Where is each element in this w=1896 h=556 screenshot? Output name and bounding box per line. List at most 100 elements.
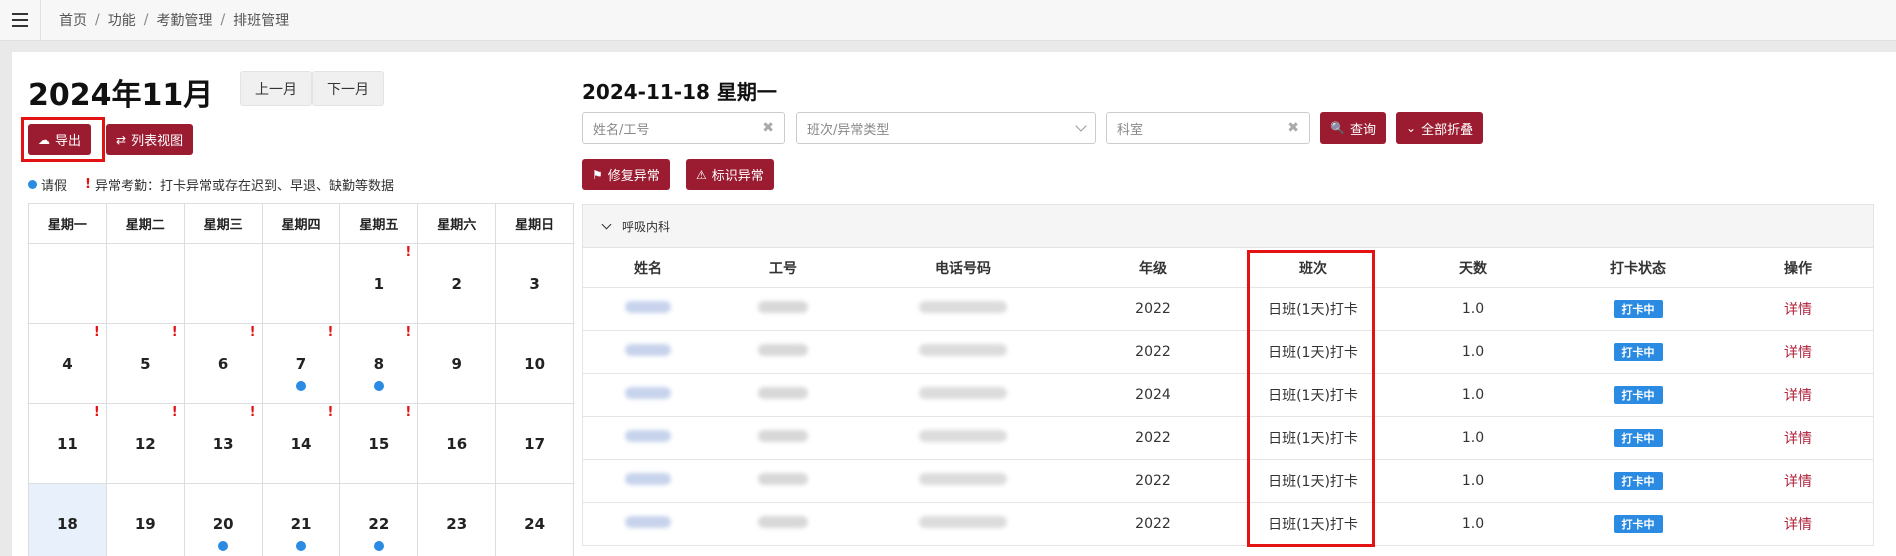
weekday-label: 星期五 [340,204,419,243]
calendar-day-cell[interactable]: 2 [418,244,497,324]
department-group-header[interactable]: 呼吸内科 [582,204,1874,248]
list-view-label: 列表视图 [131,134,184,149]
name-search-input[interactable]: 姓名/工号 ✖ [582,112,785,144]
calendar-empty-cell [262,244,341,324]
grade-cell: 2024 [1135,387,1171,403]
table-row: 2022 日班(1天)打卡 1.0 打卡中 详情 [582,503,1874,546]
action-cell: 详情 [1723,471,1873,491]
breadcrumb-features[interactable]: 功能 [108,10,136,30]
column-header: 电话号码 [935,260,991,277]
fix-abnormal-button[interactable]: ⚑ 修复异常 [582,159,670,190]
calendar-day-cell[interactable]: 1! [340,244,419,324]
shift-type-select[interactable]: 班次/异常类型 [796,112,1096,144]
abnormal-mark-icon: ! [93,325,100,340]
phone-cell [853,473,1073,489]
department-group-name: 呼吸内科 [622,219,671,234]
calendar-day-cell[interactable]: 17 [496,404,575,484]
warning-icon: ⚠ [696,167,707,182]
status-badge: 打卡中 [1613,515,1663,533]
days-cell: 1.0 [1461,516,1485,532]
calendar-day-number: 12 [134,434,156,453]
calendar-day-cell[interactable]: 11! [29,404,107,484]
detail-link[interactable]: 详情 [1784,474,1812,490]
redacted-name [625,301,671,313]
calendar-day-cell[interactable]: 14! [262,404,341,484]
name-cell[interactable] [583,387,713,403]
calendar-day-cell[interactable]: 15! [340,404,419,484]
calendar-day-number: 11 [56,434,78,453]
redacted-phone [919,344,1007,356]
calendar-day-cell[interactable]: 13! [184,404,263,484]
name-cell[interactable] [583,516,713,532]
name-cell[interactable] [583,344,713,360]
calendar-day-cell[interactable]: 19 [107,484,185,556]
employee-id-cell [713,301,853,317]
menu-icon[interactable] [0,0,41,41]
export-label: 导出 [55,134,82,149]
collapse-all-button[interactable]: ⌄ 全部折叠 [1396,112,1484,144]
calendar-day-cell[interactable]: 22 [340,484,419,556]
next-month-button[interactable]: 下一月 [312,71,384,106]
abnormal-mark-icon: ! [249,325,256,340]
calendar-day-cell[interactable]: 20 [185,484,263,556]
table-row: 2022 日班(1天)打卡 1.0 打卡中 详情 [582,417,1874,460]
close-icon[interactable]: ✖ [762,120,774,136]
leave-dot-icon [373,381,384,391]
calendar-day-cell[interactable]: 21 [263,484,341,556]
calendar-day-cell[interactable]: 4! [29,324,107,404]
column-header: 年级 [1139,260,1167,277]
legend: 请假 ! 异常考勤：打卡异常或存在迟到、早退、缺勤等数据 [28,175,394,194]
name-cell[interactable] [583,301,713,317]
employee-id-cell [713,516,853,532]
close-icon[interactable]: ✖ [1287,120,1299,136]
name-cell[interactable] [583,473,713,489]
breadcrumb-separator: / [220,12,226,28]
calendar-day-cell[interactable]: 8! [340,324,419,404]
department-input[interactable]: 科室 ✖ [1106,112,1310,144]
redacted-name [625,473,671,485]
calendar-day-cell[interactable]: 23 [418,484,497,556]
breadcrumb-home[interactable]: 首页 [59,10,87,30]
abnormal-mark-icon: ! [405,325,412,340]
phone-cell [853,301,1073,317]
weekday-label: 星期三 [185,204,263,243]
calendar-day-cell[interactable]: 9 [418,324,497,404]
breadcrumb-attendance[interactable]: 考勤管理 [156,10,212,30]
action-cell: 详情 [1723,385,1873,405]
calendar-day-number: 2 [451,274,462,293]
mark-abnormal-button[interactable]: ⚠ 标识异常 [686,159,774,190]
detail-link[interactable]: 详情 [1784,431,1812,447]
employee-id-cell [713,430,853,446]
calendar-day-cell[interactable]: 5! [106,324,185,404]
detail-link[interactable]: 详情 [1784,388,1812,404]
calendar-day-cell[interactable]: 18 [29,484,107,556]
calendar-day-cell[interactable]: 6! [184,324,263,404]
status-badge: 打卡中 [1613,300,1663,318]
list-view-button[interactable]: ⇄ 列表视图 [106,124,194,155]
prev-month-button[interactable]: 上一月 [240,71,312,106]
detail-link[interactable]: 详情 [1784,517,1812,533]
table-row: 2022 日班(1天)打卡 1.0 打卡中 详情 [582,288,1874,331]
leave-dot-icon [218,541,229,551]
query-button[interactable]: 🔍 查询 [1320,112,1386,144]
calendar-day-cell[interactable]: 16 [418,404,497,484]
calendar-day-cell[interactable]: 24 [496,484,575,556]
weekday-label: 星期六 [418,204,497,243]
detail-link[interactable]: 详情 [1784,302,1812,318]
highlight-box [1247,250,1375,547]
calendar-day-cell[interactable]: 10 [496,324,575,404]
search-icon: 🔍 [1330,121,1345,135]
calendar-day-cell[interactable]: 7! [262,324,341,404]
redacted-phone [919,430,1007,442]
name-cell[interactable] [583,430,713,446]
export-button[interactable]: ☁ 导出 [28,124,92,155]
calendar-day-number: 22 [368,514,390,533]
status-cell: 打卡中 [1553,429,1723,447]
detail-link[interactable]: 详情 [1784,345,1812,361]
abnormal-mark-icon: ! [249,405,256,420]
abnormal-mark-icon: ! [85,177,91,192]
calendar-day-cell[interactable]: 12! [106,404,185,484]
calendar-day-cell[interactable]: 3 [496,244,575,324]
weekday-label: 星期四 [263,204,341,243]
breadcrumb-separator: / [95,12,100,28]
